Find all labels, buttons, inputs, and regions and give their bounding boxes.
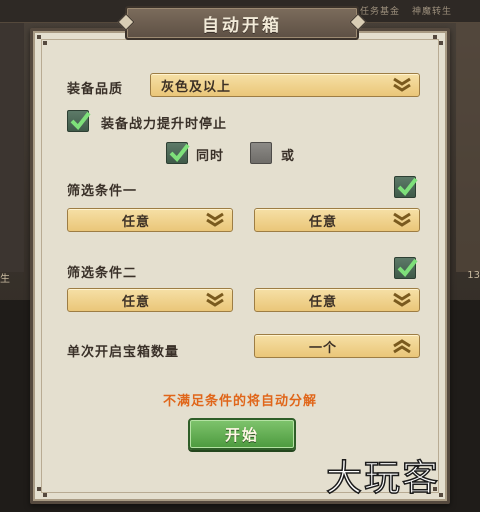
background-label-reborn: 神魔转生 <box>412 7 453 17</box>
or-label: 或 <box>281 149 296 164</box>
corner-ornament-icon <box>433 35 443 45</box>
dialog-title: 自动开箱 <box>202 15 282 36</box>
or-checkbox[interactable] <box>250 142 272 164</box>
filter2-checkbox[interactable] <box>394 257 418 279</box>
checkmark-icon <box>397 258 418 278</box>
open-count-dropdown[interactable]: 一个 <box>254 334 420 358</box>
start-button[interactable]: 开始 <box>188 418 296 450</box>
filter2-value-a: 任意 <box>121 294 150 310</box>
filter2-label: 筛选条件二 <box>67 266 138 281</box>
chevron-down-icon <box>391 76 413 94</box>
checkmark-icon <box>169 143 190 163</box>
quality-label: 装备品质 <box>67 82 124 97</box>
filter1-dropdown-b[interactable]: 任意 <box>254 208 420 232</box>
corner-ornament-icon <box>37 35 47 45</box>
chevron-up-icon <box>391 337 413 355</box>
quality-dropdown[interactable]: 灰色及以上 <box>150 73 420 97</box>
quality-value: 灰色及以上 <box>161 79 232 95</box>
filter2-dropdown-a[interactable]: 任意 <box>67 288 233 312</box>
checkmark-icon <box>70 111 91 131</box>
background-right-panel <box>456 22 480 272</box>
filter1-dropdown-a[interactable]: 任意 <box>67 208 233 232</box>
chevron-down-icon <box>204 291 226 309</box>
open-count-value: 一个 <box>308 340 337 356</box>
filter2-dropdown-b[interactable]: 任意 <box>254 288 420 312</box>
and-checkbox[interactable] <box>166 142 190 164</box>
background-left-panel <box>0 22 24 272</box>
filter1-value-a: 任意 <box>121 214 150 230</box>
filter1-value-b: 任意 <box>308 214 337 230</box>
filter1-checkbox[interactable] <box>394 176 418 198</box>
and-label: 同时 <box>196 149 225 164</box>
stop-on-power-up-checkbox[interactable] <box>67 110 91 132</box>
auto-open-dialog: 装备品质 灰色及以上 装备战力提升时停止 同时 或 筛选条件一 任意 任意 筛选… <box>30 28 450 504</box>
chevron-down-icon <box>204 211 226 229</box>
chevron-down-icon <box>391 291 413 309</box>
corner-ornament-icon <box>37 487 47 497</box>
chevron-down-icon <box>391 211 413 229</box>
checkmark-icon <box>397 177 418 197</box>
dialog-title-bar: 自动开箱 <box>125 6 359 40</box>
stop-on-power-up-label: 装备战力提升时停止 <box>101 117 228 132</box>
background-label-fund: 任务基金 <box>360 7 401 17</box>
filter2-value-b: 任意 <box>308 294 337 310</box>
watermark-logo: 大玩客 <box>325 454 466 502</box>
filter1-label: 筛选条件一 <box>67 184 138 199</box>
start-button-label: 开始 <box>224 425 259 444</box>
svg-text:大玩客: 大玩客 <box>326 458 440 498</box>
auto-decompose-notice: 不满足条件的将自动分解 <box>162 394 317 409</box>
open-count-label: 单次开启宝箱数量 <box>67 345 180 360</box>
